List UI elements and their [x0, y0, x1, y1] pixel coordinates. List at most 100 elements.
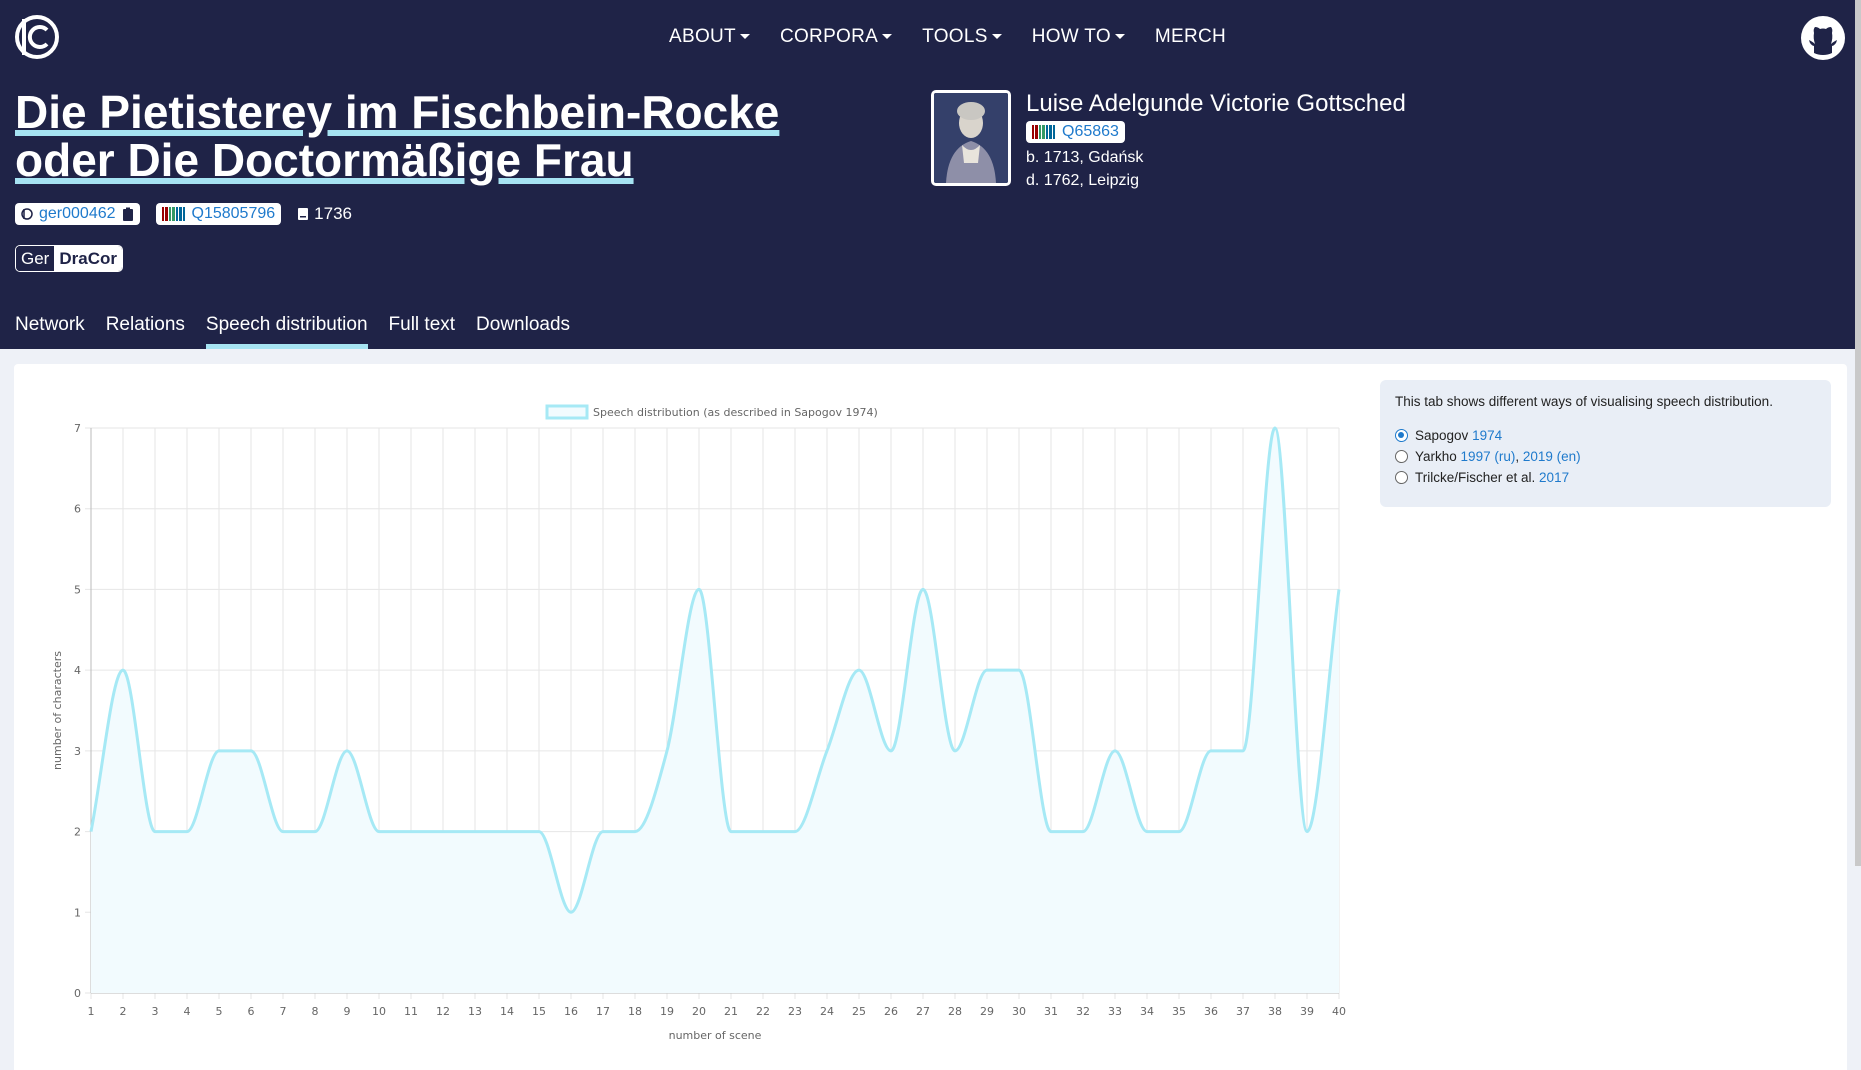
radio-sapogov[interactable]	[1395, 428, 1408, 442]
x-tick-label: 34	[1140, 1005, 1154, 1018]
author-portrait-image	[934, 93, 1008, 183]
chevron-down-icon	[882, 34, 893, 39]
x-tick-label: 16	[564, 1005, 578, 1018]
y-tick-label: 0	[74, 987, 81, 1000]
x-tick-label: 24	[820, 1005, 834, 1018]
play-wikidata-badge[interactable]: Q15805796	[155, 203, 282, 225]
x-tick-label: 36	[1204, 1005, 1218, 1018]
legend-label: Speech distribution (as described in Sap…	[593, 406, 878, 419]
main-nav: ABOUT CORPORA TOOLS HOW TO MERCH	[669, 26, 1226, 48]
x-tick-label: 12	[436, 1005, 450, 1018]
x-tick-label: 40	[1332, 1005, 1346, 1018]
x-tick-label: 32	[1076, 1005, 1090, 1018]
tab-network[interactable]: Network	[15, 314, 85, 349]
x-tick-label: 19	[660, 1005, 674, 1018]
x-tick-label: 14	[500, 1005, 514, 1018]
speech-distribution-chart: 1 2 3 4 5 6 7 8 9 10 11 12 13 14 15 16 17 18 19 20 21 22 23 24 2…	[51, 404, 1346, 1042]
x-tick-label: 15	[532, 1005, 546, 1018]
x-tick-label: 37	[1236, 1005, 1250, 1018]
tab-relations[interactable]: Relations	[106, 314, 185, 349]
y-tick-label: 7	[74, 422, 81, 435]
x-tick-label: 17	[596, 1005, 610, 1018]
tab-speech-distribution[interactable]: Speech distribution	[205, 314, 368, 349]
x-tick-label: 26	[884, 1005, 898, 1018]
link-trilcke-2017[interactable]: 2017	[1539, 470, 1569, 485]
x-tick-label: 2	[120, 1005, 127, 1018]
option-sapogov[interactable]: Sapogov 1974	[1395, 425, 1816, 445]
y-axis-title: number of characters	[51, 651, 64, 770]
x-tick-label: 25	[852, 1005, 866, 1018]
x-tick-label: 4	[184, 1005, 191, 1018]
x-tick-label: 22	[756, 1005, 770, 1018]
content-panel: 1 2 3 4 5 6 7 8 9 10 11 12 13 14 15 16 17 18 19 20 21 22 23 24 2…	[14, 364, 1847, 1070]
x-tick-label: 18	[628, 1005, 642, 1018]
info-panel: This tab shows different ways of visuali…	[1380, 380, 1831, 507]
info-description: This tab shows different ways of visuali…	[1395, 394, 1773, 409]
option-yarkho[interactable]: Yarkho 1997 (ru), 2019 (en)	[1395, 446, 1816, 466]
x-tick-label: 27	[916, 1005, 930, 1018]
y-tick-label: 5	[74, 583, 81, 596]
x-tick-label: 5	[216, 1005, 223, 1018]
author-wikidata-link[interactable]: Q65863	[1062, 123, 1119, 141]
radio-trilcke[interactable]	[1395, 470, 1408, 484]
chevron-down-icon	[739, 34, 750, 39]
x-tick-label: 20	[692, 1005, 706, 1018]
tab-full-text[interactable]: Full text	[389, 314, 456, 349]
x-tick-label: 6	[248, 1005, 255, 1018]
chevron-down-icon	[991, 34, 1002, 39]
tab-bar: Network Relations Speech distribution Fu…	[15, 314, 570, 349]
link-yarkho-2019[interactable]: 2019 (en)	[1523, 449, 1581, 464]
x-tick-label: 23	[788, 1005, 802, 1018]
x-tick-label: 33	[1108, 1005, 1122, 1018]
x-tick-label: 1	[88, 1005, 95, 1018]
play-title[interactable]: Die Pietisterey im Fischbein-Rocke oder …	[15, 88, 875, 184]
x-tick-label: 28	[948, 1005, 962, 1018]
clipboard-icon[interactable]	[122, 207, 134, 221]
tab-downloads[interactable]: Downloads	[476, 314, 570, 349]
x-tick-label: 29	[980, 1005, 994, 1018]
x-tick-label: 31	[1044, 1005, 1058, 1018]
chevron-down-icon	[1114, 34, 1125, 39]
x-tick-label: 10	[372, 1005, 386, 1018]
wikidata-icon	[161, 207, 185, 221]
x-axis-title: number of scene	[669, 1029, 762, 1042]
book-icon	[298, 208, 309, 220]
x-tick-label: 21	[724, 1005, 738, 1018]
author-birth: b. 1713, Gdańsk	[1026, 149, 1144, 166]
nav-merch[interactable]: MERCH	[1155, 26, 1226, 48]
scrollbar[interactable]	[1855, 0, 1861, 866]
play-id-link[interactable]: ger000462	[39, 205, 116, 223]
play-wikidata-link[interactable]: Q15805796	[192, 205, 276, 223]
x-tick-label: 11	[404, 1005, 418, 1018]
author-portrait	[931, 90, 1011, 186]
x-tick-label: 30	[1012, 1005, 1026, 1018]
play-meta: ger000462 Q15805796 1736	[15, 203, 352, 225]
wikidata-icon	[1032, 125, 1055, 139]
option-trilcke[interactable]: Trilcke/Fischer et al. 2017	[1395, 467, 1816, 487]
y-tick-label: 3	[74, 745, 81, 758]
github-icon[interactable]	[1800, 15, 1846, 61]
y-tick-label: 1	[74, 906, 81, 919]
author-death: d. 1762, Leipzig	[1026, 172, 1139, 189]
dracor-icon	[21, 208, 33, 220]
x-tick-label: 8	[312, 1005, 319, 1018]
dracor-logo-icon[interactable]	[14, 14, 60, 60]
play-id-badge[interactable]: ger000462	[15, 203, 140, 225]
x-tick-label: 13	[468, 1005, 482, 1018]
nav-tools[interactable]: TOOLS	[922, 26, 1002, 48]
y-tick-label: 2	[74, 826, 81, 839]
play-year: 1736	[297, 204, 352, 224]
header: ABOUT CORPORA TOOLS HOW TO MERCH Die Pie…	[0, 0, 1861, 349]
link-yarkho-1997[interactable]: 1997 (ru)	[1461, 449, 1516, 464]
author-wikidata-badge[interactable]: Q65863	[1026, 121, 1125, 143]
legend-swatch	[545, 404, 589, 420]
x-tick-label: 7	[280, 1005, 287, 1018]
author-name[interactable]: Luise Adelgunde Victorie Gottsched	[1026, 90, 1406, 118]
nav-how-to[interactable]: HOW TO	[1032, 26, 1125, 48]
nav-about[interactable]: ABOUT	[669, 26, 750, 48]
nav-corpora[interactable]: CORPORA	[780, 26, 893, 48]
x-tick-label: 3	[152, 1005, 159, 1018]
radio-yarkho[interactable]	[1395, 449, 1408, 463]
corpus-badge[interactable]: Ger DraCor	[15, 245, 123, 272]
link-sapogov-1974[interactable]: 1974	[1472, 428, 1502, 443]
